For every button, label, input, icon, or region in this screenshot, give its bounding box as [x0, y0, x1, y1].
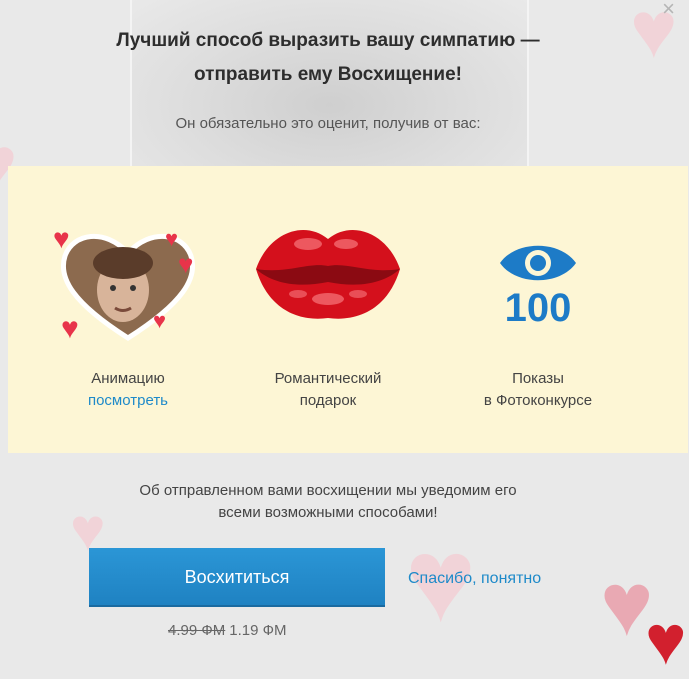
feature-views-label-line-1: Показы [512, 370, 564, 387]
views-count: 100 [504, 286, 572, 330]
old-price: 4.99 ФМ [168, 622, 226, 639]
feature-gift-caption: Романтический подарок [228, 368, 428, 412]
notification-note: Об отправленном вами восхищении мы уведо… [0, 480, 656, 524]
svg-text:♥: ♥ [61, 312, 79, 345]
svg-text:♥: ♥ [53, 223, 70, 254]
svg-text:♥: ♥ [153, 308, 166, 333]
dialog-subtitle: Он обязательно это оценит, получив от ва… [175, 115, 481, 132]
price: 4.99 ФМ 1.19 ФМ [168, 622, 287, 639]
feature-views-caption: Показы в Фотоконкурсе [438, 368, 638, 412]
feature-gift-label-line-2: подарок [299, 392, 357, 409]
feature-animation-caption: Анимацию посмотреть [28, 368, 228, 412]
lips-icon [256, 230, 400, 319]
dismiss-link[interactable]: Спасибо, понятно [408, 570, 541, 588]
new-price: 1.19 ФМ [229, 622, 287, 639]
background-heart-icon: ♥ [645, 601, 687, 679]
title-line-1: Лучший способ выразить вашу симпатию — [116, 30, 540, 51]
title-line-2: отправить ему Восхищение! [194, 64, 462, 85]
features-panel: ♥ ♥ ♥ ♥ ♥ Анимацию посмотреть Романтичес… [8, 166, 688, 453]
note-line-2: всеми возможными способами! [218, 504, 438, 521]
feature-animation-label: Анимацию [91, 370, 165, 387]
admire-button[interactable]: Восхититься [89, 548, 385, 607]
note-line-1: Об отправленном вами восхищении мы уведо… [139, 482, 517, 499]
feature-views-label-line-2: в Фотоконкурсе [483, 392, 593, 409]
eye-icon [500, 245, 576, 281]
svg-text:♥: ♥ [165, 226, 178, 251]
svg-text:♥: ♥ [178, 249, 193, 279]
heart-portrait-icon: ♥ ♥ ♥ ♥ ♥ [53, 223, 196, 345]
preview-link[interactable]: посмотреть [28, 390, 228, 412]
feature-gift-label-line-1: Романтический [274, 370, 382, 387]
close-icon[interactable]: × [662, 0, 675, 20]
dialog-title: Лучший способ выразить вашу симпатию — о… [0, 24, 656, 92]
